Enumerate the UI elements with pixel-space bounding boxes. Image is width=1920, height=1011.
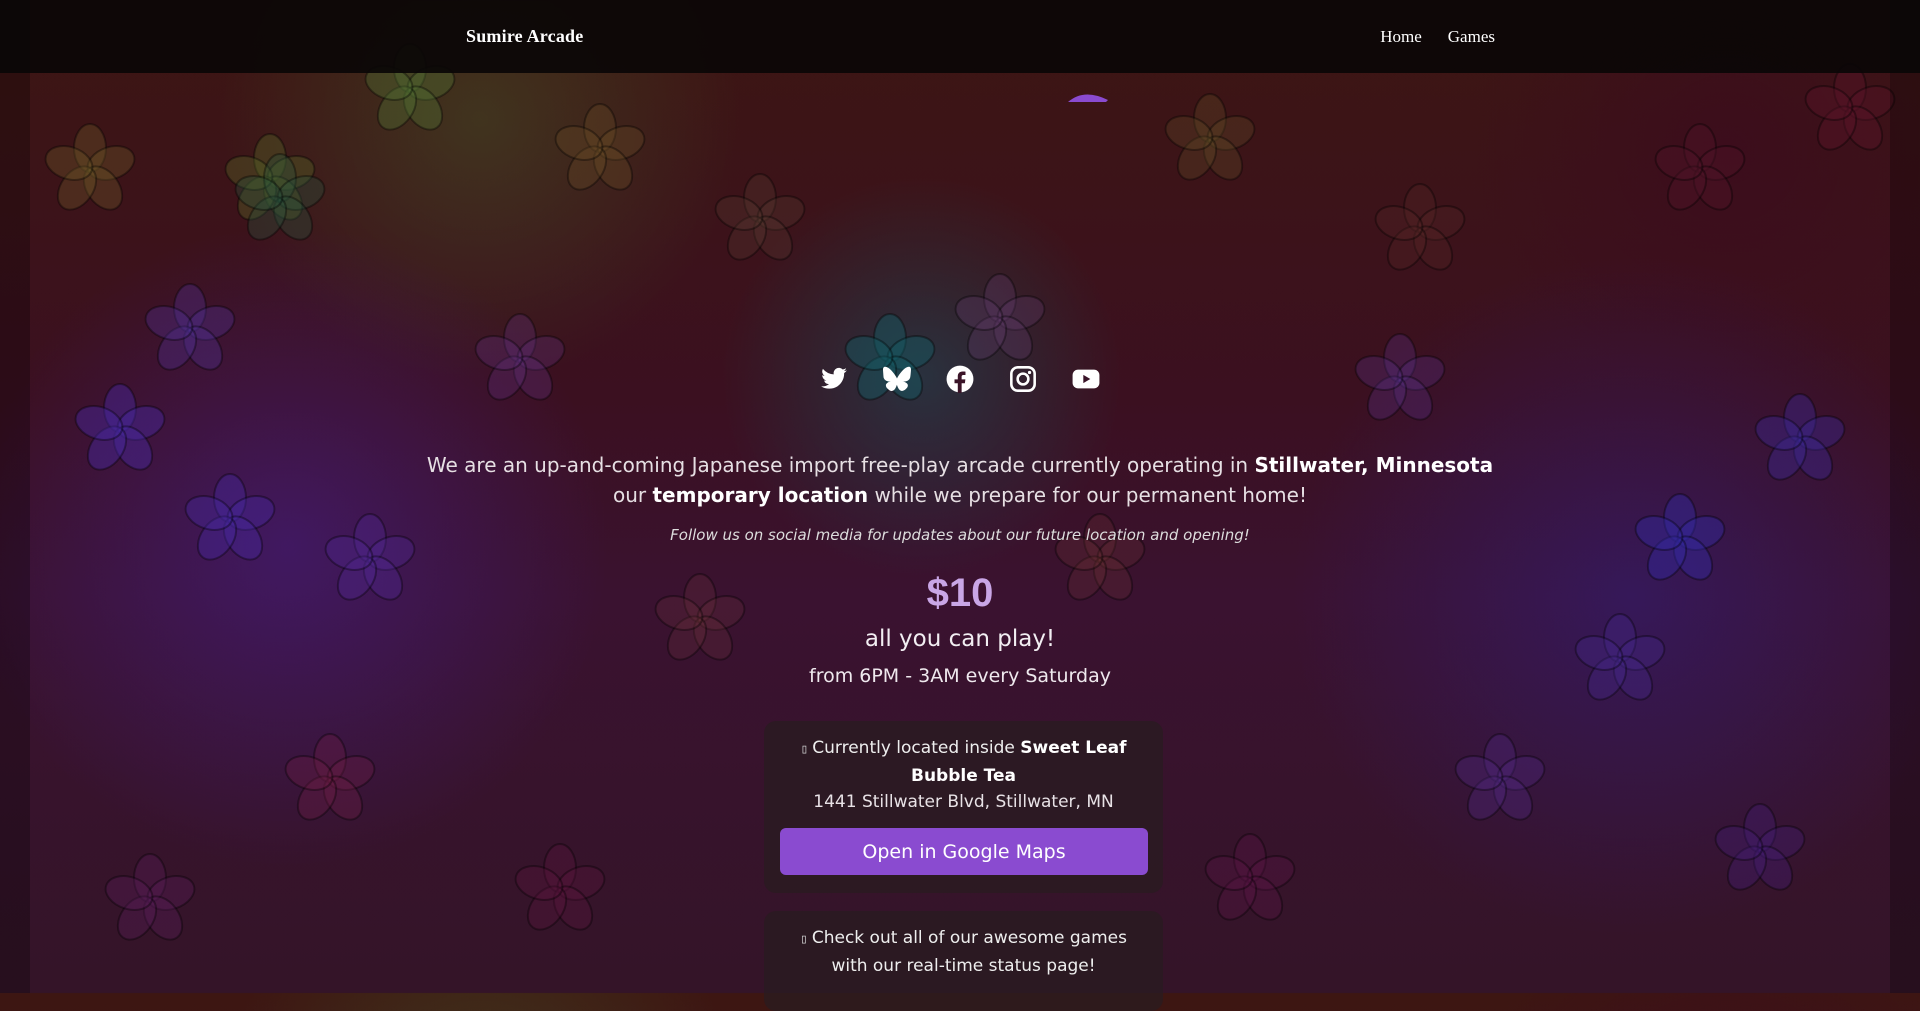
left-edge-shade (0, 0, 30, 993)
instagram-icon[interactable] (1007, 363, 1039, 395)
games-card-text: Check out all of our awesome games with … (811, 928, 1127, 976)
venue-address: 1441 Stillwater Blvd, Stillwater, MN (813, 792, 1114, 812)
main-nav: Home Games (1380, 27, 1495, 47)
facebook-icon[interactable] (944, 363, 976, 395)
open-google-maps-button[interactable]: Open in Google Maps (780, 828, 1148, 875)
intro-line1-text: We are an up-and-coming Japanese import … (426, 453, 1255, 477)
location-card: ▯ Currently located inside Sweet Leaf Bub… (764, 721, 1163, 893)
site-header: Sumire Arcade Home Games (0, 0, 1920, 73)
price: $10 (926, 571, 994, 615)
intro-temporary: temporary location (652, 483, 869, 507)
follow-text: Follow us on social media for updates ab… (670, 526, 1250, 544)
intro-text: We are an up-and-coming Japanese import … (400, 450, 1520, 510)
right-edge-shade (1890, 0, 1920, 993)
mascot-image (1066, 88, 1110, 108)
map-pin-icon: ▯ (800, 742, 809, 757)
intro-line2-text: our (613, 483, 653, 507)
nav-games-link[interactable]: Games (1448, 27, 1495, 47)
intro-location: Stillwater, Minnesota (1254, 453, 1494, 477)
site-title[interactable]: Sumire Arcade (466, 26, 583, 47)
social-links (0, 363, 1920, 395)
intro-line2-end: while we prepare for our permanent home! (868, 483, 1307, 507)
location-description: ▯ Currently located inside Sweet Leaf Bub… (780, 735, 1147, 789)
youtube-icon[interactable] (1070, 363, 1102, 395)
game-controller-icon: ▯ (800, 932, 808, 947)
twitter-icon[interactable] (818, 363, 850, 395)
location-prefix: Currently located inside (812, 738, 1021, 758)
bluesky-icon[interactable] (881, 363, 913, 395)
price-tagline: all you can play! (864, 626, 1056, 652)
nav-home-link[interactable]: Home (1380, 27, 1422, 47)
games-card[interactable]: ▯ Check out all of our awesome games with… (764, 911, 1163, 1011)
price-hours: from 6PM - 3AM every Saturday (809, 665, 1111, 687)
